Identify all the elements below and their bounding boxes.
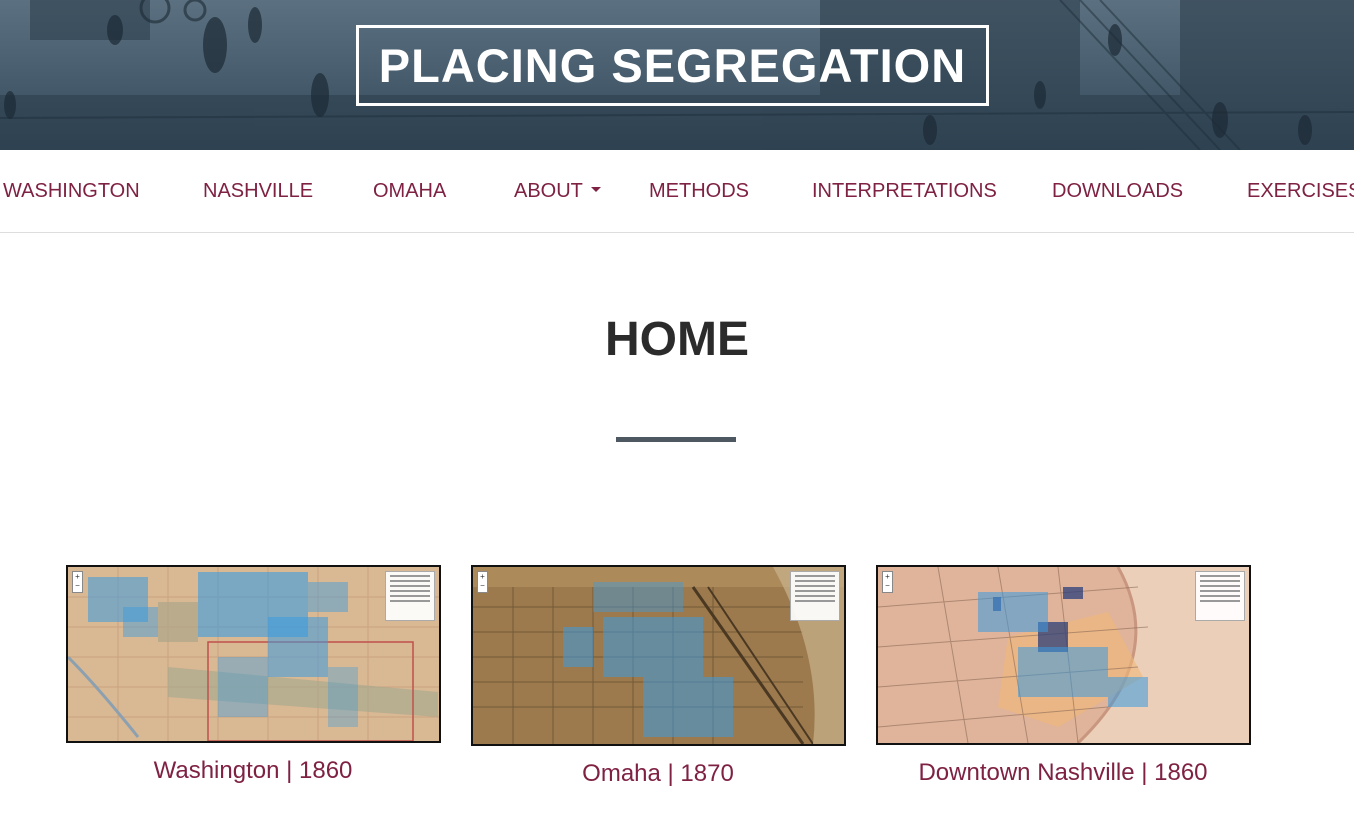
main-nav: WASHINGTON NASHVILLE OMAHA ABOUT METHODS… bbox=[0, 150, 1354, 233]
washington-caption-link[interactable]: Washington | 1860 bbox=[63, 757, 443, 785]
omaha-map-image bbox=[473, 567, 844, 744]
chevron-down-icon bbox=[590, 187, 601, 193]
nav-omaha[interactable]: OMAHA bbox=[373, 180, 446, 203]
omaha-map-thumbnail[interactable]: + − bbox=[471, 565, 846, 746]
nav-exercises[interactable]: EXERCISES bbox=[1247, 180, 1354, 203]
nav-about-label: ABOUT bbox=[514, 180, 583, 202]
washington-map-thumbnail[interactable]: + − bbox=[66, 565, 441, 743]
zoom-control[interactable]: + − bbox=[882, 571, 893, 593]
site-title[interactable]: PLACING SEGREGATION bbox=[356, 25, 989, 106]
nav-nashville[interactable]: NASHVILLE bbox=[203, 180, 313, 203]
washington-map-image bbox=[68, 567, 439, 741]
map-legend bbox=[1195, 571, 1245, 621]
nav-methods[interactable]: METHODS bbox=[649, 180, 749, 203]
hero-banner: PLACING SEGREGATION bbox=[0, 0, 1354, 150]
page-title: HOME bbox=[605, 313, 749, 366]
nav-about[interactable]: ABOUT bbox=[514, 180, 601, 203]
zoom-control[interactable]: + − bbox=[477, 571, 488, 593]
nav-downloads[interactable]: DOWNLOADS bbox=[1052, 180, 1183, 203]
map-legend bbox=[790, 571, 840, 621]
map-legend bbox=[385, 571, 435, 621]
omaha-caption-link[interactable]: Omaha | 1870 bbox=[468, 760, 848, 788]
nashville-map-image bbox=[878, 567, 1249, 743]
nashville-map-thumbnail[interactable]: + − bbox=[876, 565, 1251, 745]
nav-washington[interactable]: WASHINGTON bbox=[3, 180, 140, 203]
heading-divider bbox=[616, 437, 736, 442]
nav-interpretations[interactable]: INTERPRETATIONS bbox=[812, 180, 997, 203]
zoom-control[interactable]: + − bbox=[72, 571, 83, 593]
nashville-caption-link[interactable]: Downtown Nashville | 1860 bbox=[873, 759, 1253, 787]
